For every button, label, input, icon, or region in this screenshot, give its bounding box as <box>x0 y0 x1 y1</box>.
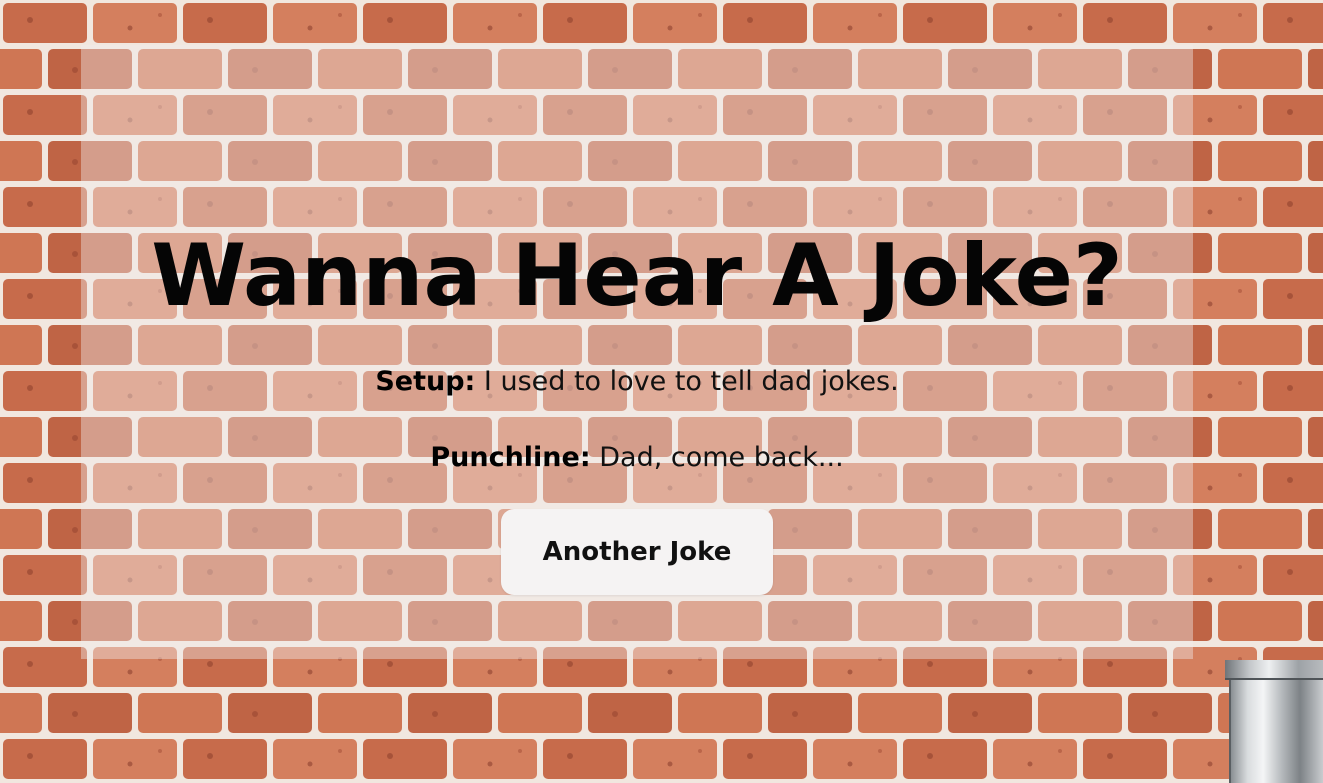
joke-panel: Wanna Hear A Joke? Setup: I used to love… <box>81 45 1193 659</box>
another-joke-button[interactable]: Another Joke <box>501 509 773 595</box>
metal-pipe-icon <box>1225 660 1323 783</box>
punchline-line: Punchline: Dad, come back... <box>81 444 1193 471</box>
setup-line: Setup: I used to love to tell dad jokes. <box>81 368 1193 395</box>
punchline-text: Dad, come back... <box>590 442 844 473</box>
punchline-label: Punchline: <box>430 442 591 473</box>
setup-label: Setup: <box>375 366 476 397</box>
setup-text: I used to love to tell dad jokes. <box>475 366 899 397</box>
page-title: Wanna Hear A Joke? <box>151 226 1123 326</box>
